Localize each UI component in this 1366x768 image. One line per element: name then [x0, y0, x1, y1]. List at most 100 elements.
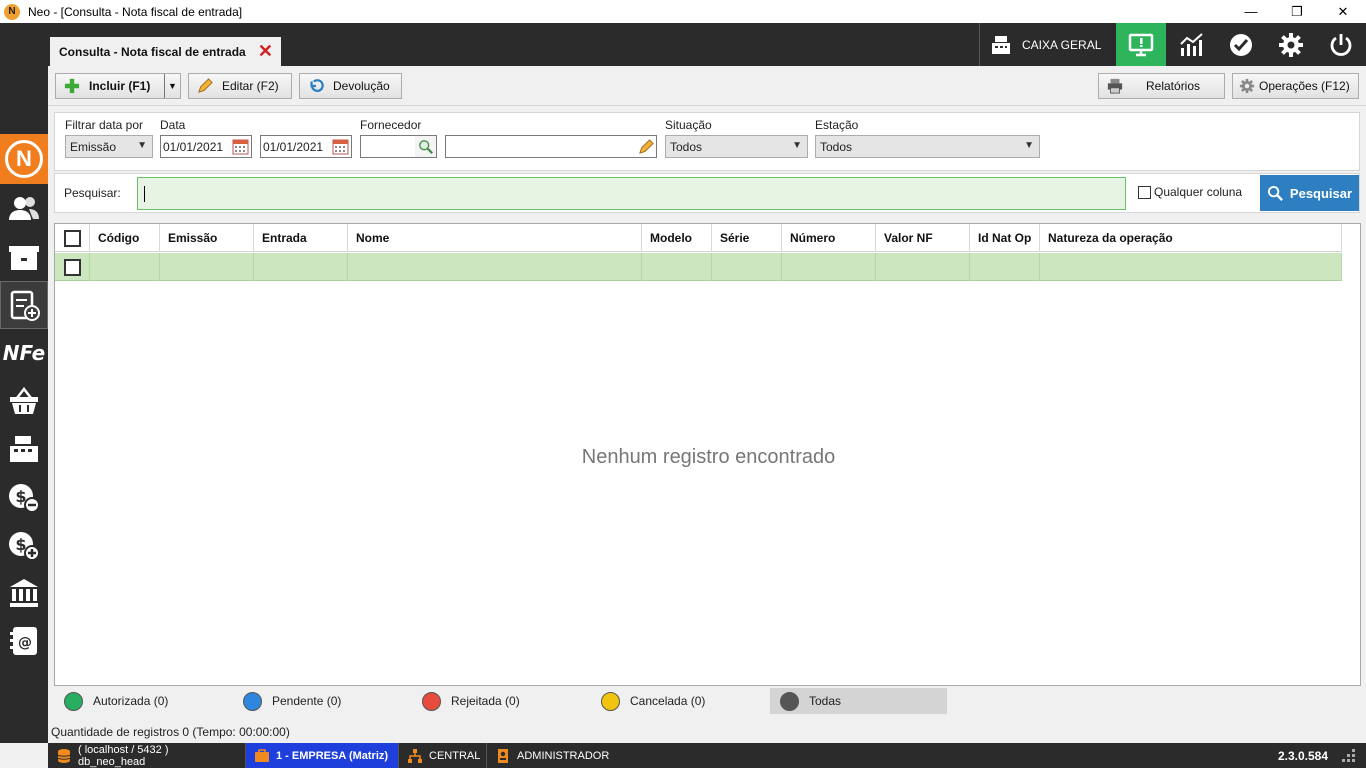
legend-pendente[interactable]: Pendente (0) — [233, 688, 341, 714]
incluir-button[interactable]: Incluir (F1) ▼ — [55, 73, 181, 99]
pesquisar-button[interactable]: Pesquisar — [1260, 175, 1359, 211]
restore-icon[interactable]: ❐ — [1274, 0, 1320, 23]
devolucao-button[interactable]: Devolução — [299, 73, 402, 99]
col-natureza-operacao[interactable]: Natureza da operação — [1040, 224, 1342, 252]
contacts-icon[interactable]: @ — [0, 617, 48, 665]
clipboard-add-icon[interactable] — [0, 281, 48, 329]
red-dot-icon — [422, 691, 441, 711]
data-to-value: 01/01/2021 — [263, 139, 324, 154]
search-input[interactable] — [137, 177, 1126, 210]
col-nome[interactable]: Nome — [348, 224, 642, 252]
money-minus-icon[interactable]: $ — [0, 473, 48, 521]
gear-icon[interactable] — [1266, 23, 1316, 66]
record-count-status: Quantidade de registros 0 (Tempo: 00:00:… — [51, 725, 290, 739]
title-bar: N Neo - [Consulta - Nota fiscal de entra… — [0, 0, 1366, 23]
toolbar: Incluir (F1) ▼ Editar (F2) Devolução Rel… — [48, 66, 1366, 106]
minimize-icon[interactable]: — — [1228, 0, 1274, 23]
tab-consulta-nf-entrada[interactable]: Consulta - Nota fiscal de entrada ✕ — [50, 37, 281, 66]
monitor-icon[interactable] — [1116, 23, 1166, 66]
chart-icon[interactable] — [1166, 23, 1216, 66]
version-label: 2.3.0.584 — [1277, 749, 1328, 763]
resize-grip-icon[interactable] — [1336, 745, 1358, 767]
filter-cell[interactable] — [782, 253, 876, 281]
tab-label: Consulta - Nota fiscal de entrada — [59, 44, 246, 59]
pencil-icon[interactable] — [635, 136, 656, 157]
legend-rejeitada-label: Rejeitada (0) — [451, 694, 520, 708]
checkbox-box[interactable] — [1138, 185, 1151, 199]
filter-cell[interactable] — [1040, 253, 1342, 281]
data-from-field[interactable]: 01/01/2021 — [160, 135, 252, 158]
printer-icon — [1106, 77, 1124, 95]
legend-autorizada[interactable]: Autorizada (0) — [54, 688, 168, 714]
situacao-select[interactable]: Todos ▼ — [665, 135, 808, 158]
legend-cancelada[interactable]: Cancelada (0) — [591, 688, 705, 714]
data-to-field[interactable]: 01/01/2021 — [260, 135, 352, 158]
search-icon[interactable] — [415, 136, 436, 157]
filtrar-data-select[interactable]: Emissão ▼ — [65, 135, 153, 158]
nfe-label: NFe — [2, 341, 46, 365]
check-badge-icon[interactable] — [1216, 23, 1266, 66]
sidebar: N NFe $ $ @ — [0, 23, 48, 743]
grid-header: Código Emissão Entrada Nome Modelo Série… — [55, 224, 1342, 252]
estacao-select[interactable]: Todos ▼ — [815, 135, 1040, 158]
col-valor-nf[interactable]: Valor NF — [876, 224, 970, 252]
calendar-icon[interactable] — [331, 137, 350, 156]
filter-cell[interactable] — [876, 253, 970, 281]
col-numero[interactable]: Número — [782, 224, 876, 252]
chevron-down-icon: ▼ — [137, 140, 147, 151]
neo-logo-icon[interactable]: N — [0, 134, 48, 184]
filter-row-checkbox-cell — [55, 253, 90, 281]
row-checkbox[interactable] — [63, 258, 81, 276]
cash-register-icon[interactable] — [0, 425, 48, 473]
fornecedor-name-field[interactable] — [445, 135, 657, 158]
filter-cell[interactable] — [348, 253, 642, 281]
col-id-nat-op[interactable]: Id Nat Op — [970, 224, 1040, 252]
empresa-label: 1 - EMPRESA (Matriz) — [276, 749, 389, 762]
status-legend: Autorizada (0) Pendente (0) Rejeitada (0… — [54, 688, 1361, 714]
close-window-icon[interactable]: ✕ — [1320, 0, 1366, 23]
filter-cell[interactable] — [642, 253, 712, 281]
relatorios-button[interactable]: Relatórios — [1098, 73, 1225, 99]
fornecedor-code-field[interactable] — [360, 135, 437, 158]
col-modelo[interactable]: Modelo — [642, 224, 712, 252]
select-all-checkbox[interactable] — [63, 229, 81, 247]
select-all-cell — [55, 224, 90, 252]
chevron-down-icon: ▼ — [792, 140, 802, 151]
incluir-label: Incluir (F1) — [89, 79, 151, 93]
operacoes-button[interactable]: Operações (F12) — [1232, 73, 1359, 99]
results-grid: Código Emissão Entrada Nome Modelo Série… — [54, 223, 1361, 686]
devolucao-label: Devolução — [333, 79, 390, 93]
pesquisar-button-label: Pesquisar — [1289, 185, 1353, 201]
operacoes-label: Operações (F12) — [1259, 79, 1350, 93]
fornecedor-label: Fornecedor — [360, 118, 422, 132]
col-entrada[interactable]: Entrada — [254, 224, 348, 252]
power-icon[interactable] — [1316, 23, 1366, 66]
filter-cell[interactable] — [90, 253, 160, 281]
filter-cell[interactable] — [712, 253, 782, 281]
bottom-status-bar: ( localhost / 5432 ) db_neo_head 1 - EMP… — [48, 743, 1366, 768]
bank-icon[interactable] — [0, 569, 48, 617]
filter-cell[interactable] — [970, 253, 1040, 281]
legend-rejeitada[interactable]: Rejeitada (0) — [412, 688, 520, 714]
filter-row[interactable] — [55, 253, 1342, 281]
money-plus-icon[interactable]: $ — [0, 521, 48, 569]
filter-cell[interactable] — [254, 253, 348, 281]
people-icon[interactable] — [0, 185, 48, 233]
editar-button[interactable]: Editar (F2) — [188, 73, 292, 99]
empresa-selector[interactable]: 1 - EMPRESA (Matriz) — [246, 743, 399, 768]
col-serie[interactable]: Série — [712, 224, 782, 252]
col-emissao[interactable]: Emissão — [160, 224, 254, 252]
caixa-geral-button[interactable]: CAIXA GERAL — [979, 23, 1116, 66]
nfe-icon[interactable]: NFe — [0, 329, 48, 377]
basket-icon[interactable] — [0, 377, 48, 425]
qualquer-coluna-checkbox[interactable]: Qualquer coluna — [1138, 185, 1242, 199]
calendar-icon[interactable] — [231, 137, 250, 156]
tab-close-icon[interactable]: ✕ — [258, 42, 273, 60]
gray-dot-icon — [780, 691, 799, 711]
box-icon[interactable] — [0, 233, 48, 281]
user-info: ADMINISTRADOR — [487, 743, 609, 768]
col-codigo[interactable]: Código — [90, 224, 160, 252]
filter-cell[interactable] — [160, 253, 254, 281]
chevron-down-icon[interactable]: ▼ — [164, 74, 180, 98]
legend-todas[interactable]: Todas — [770, 688, 947, 714]
